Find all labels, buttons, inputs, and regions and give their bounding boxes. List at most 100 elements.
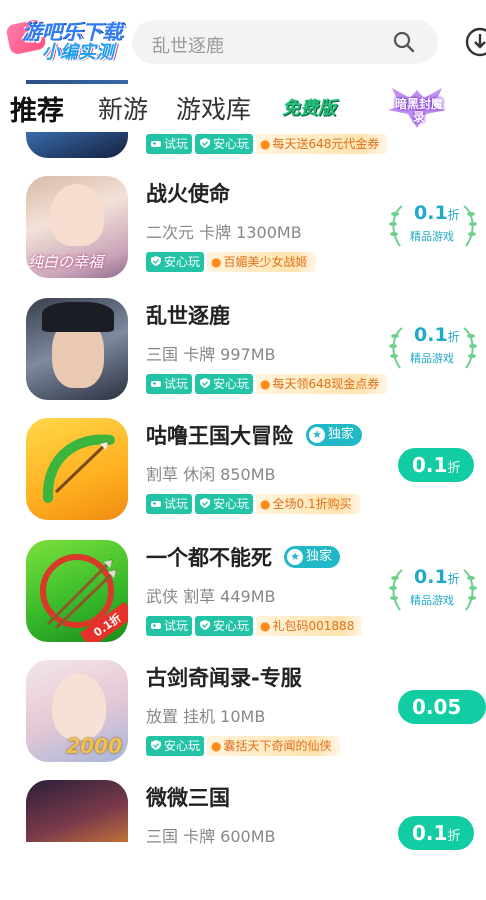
game-icon xyxy=(26,418,128,520)
search-placeholder: 乱世逐鹿 xyxy=(152,36,224,57)
laurel-right-icon xyxy=(463,569,477,611)
game-title: 微微三国 xyxy=(146,786,230,810)
fire-icon: ● xyxy=(260,497,271,511)
discount-laurel: 0.1折 精品游戏 xyxy=(384,202,480,252)
tab-library[interactable]: 游戏库 xyxy=(176,90,251,126)
game-title: 乱世逐鹿 xyxy=(146,304,230,328)
shield-check-icon xyxy=(150,253,162,266)
discount-value: 0.1折 xyxy=(414,202,460,224)
trial-tag: 试玩 xyxy=(146,616,193,636)
fire-icon: ● xyxy=(211,739,222,753)
laurel-left-icon xyxy=(389,569,403,611)
shield-check-icon xyxy=(199,617,211,630)
game-icon: 纯白の幸福 xyxy=(26,176,128,278)
tab-free[interactable]: 免费版 xyxy=(282,94,336,120)
safe-tag: 安心玩 xyxy=(146,736,205,756)
discount-value: 0.1折 xyxy=(414,324,460,346)
list-item[interactable]: 乱世逐鹿 三国 卡牌 997MB 试玩 安心玩 ● 每天领648现金点券 0.1折 精… xyxy=(0,298,486,418)
laurel-left-icon xyxy=(389,327,403,369)
fire-icon: ● xyxy=(260,137,271,151)
discount-laurel: 0.1折 精品游戏 xyxy=(384,566,480,616)
tag-row: 试玩 安心玩 ● 每天送648元代金券 xyxy=(146,134,388,156)
exclusive-badge: ★ 独家 xyxy=(284,546,341,568)
shield-check-icon xyxy=(199,375,211,388)
discount-sub: 精品游戏 xyxy=(410,594,454,607)
shield-check-icon xyxy=(199,495,211,508)
game-title: 咕噜王国大冒险 xyxy=(146,424,293,448)
game-meta: 放置 挂机 10MB xyxy=(146,707,266,726)
shield-check-icon xyxy=(199,135,211,148)
game-title: 古剑奇闻录-专服 xyxy=(146,666,302,690)
tab-event-banner[interactable]: 暗黑封魔录 xyxy=(384,84,450,130)
tag-row: 安心玩 ● 囊括天下奇闻的仙侠 xyxy=(146,736,340,758)
list-item[interactable]: 纯白の幸福 战火使命 二次元 卡牌 1300MB 安心玩 ● 百媚美少女战姬 0.1… xyxy=(0,176,486,296)
list-item[interactable]: 微微三国 三国 卡牌 600MB 0.1折 xyxy=(0,780,486,900)
trial-tag: 试玩 xyxy=(146,494,193,514)
safe-tag: 安心玩 xyxy=(195,134,254,154)
character-art xyxy=(50,184,104,246)
game-meta: 二次元 卡牌 1300MB xyxy=(146,223,302,242)
character-hair xyxy=(42,302,114,332)
discount-laurel: 0.1折 精品游戏 xyxy=(384,324,480,374)
game-icon: 0.1折 xyxy=(26,540,128,642)
exclusive-badge: ★ 独家 xyxy=(306,424,363,446)
safe-tag: 安心玩 xyxy=(146,252,205,272)
safe-tag: 安心玩 xyxy=(195,494,254,514)
game-meta: 三国 卡牌 600MB xyxy=(146,827,276,846)
search-icon[interactable] xyxy=(392,30,416,54)
laurel-left-icon xyxy=(389,205,403,247)
download-icon[interactable] xyxy=(462,24,486,60)
promo-tag: ● 囊括天下奇闻的仙侠 xyxy=(207,736,340,756)
list-item[interactable]: 2000 古剑奇闻录-专服 放置 挂机 10MB 安心玩 ● 囊括天下奇闻的仙侠 0… xyxy=(0,660,486,780)
gamepad-icon xyxy=(150,375,162,387)
game-title: 战火使命 xyxy=(146,182,230,206)
bow-art xyxy=(42,434,115,503)
tag-row: 安心玩 ● 百媚美少女战姬 xyxy=(146,252,316,274)
gamepad-icon xyxy=(150,617,162,629)
tab-new-games[interactable]: 新游 xyxy=(98,90,148,126)
discount-sub: 精品游戏 xyxy=(410,352,454,365)
game-meta: 三国 卡牌 997MB xyxy=(146,345,276,364)
search-bar[interactable]: 乱世逐鹿 xyxy=(132,20,438,64)
banner-tab-label: 暗黑封魔录 xyxy=(394,97,443,124)
tag-row: 试玩 安心玩 ● 每天领648现金点券 xyxy=(146,374,388,396)
star-icon: ★ xyxy=(287,549,303,565)
laurel-right-icon xyxy=(463,205,477,247)
discount-pill[interactable]: 0.1折 xyxy=(398,816,475,850)
app-logo[interactable]: 游吧乐下载 小编实测 xyxy=(5,14,138,64)
shield-check-icon xyxy=(150,737,162,750)
top-bar: 游吧乐下载 小编实测 乱世逐鹿 xyxy=(0,0,486,80)
game-icon xyxy=(26,298,128,400)
discount-value: 0.1折 xyxy=(414,566,460,588)
category-tabs: 推荐 新游 游戏库 免费版 暗黑封魔录 xyxy=(0,84,486,132)
promo-tag: ● 每天送648元代金券 xyxy=(256,134,388,154)
game-icon: 2000 xyxy=(26,660,128,762)
discount-sub: 精品游戏 xyxy=(410,230,454,243)
star-icon: ★ xyxy=(309,427,325,443)
fire-icon: ● xyxy=(260,377,271,391)
game-meta: 割草 休闲 850MB xyxy=(146,465,276,484)
icon-caption: 纯白の幸福 xyxy=(28,253,104,271)
promo-tag: ● 礼包码001888 xyxy=(256,616,363,636)
promo-tag: ● 每天领648现金点券 xyxy=(256,374,388,394)
tag-row: 试玩 安心玩 ● 全场0.1折购买 xyxy=(146,494,360,516)
trial-tag: 试玩 xyxy=(146,134,193,154)
logo-text-line2: 小编实测 xyxy=(42,42,114,63)
promo-tag: ● 百媚美少女战姬 xyxy=(207,252,316,272)
character-art xyxy=(52,674,106,740)
fire-icon: ● xyxy=(260,619,271,633)
tab-recommend[interactable]: 推荐 xyxy=(10,89,64,128)
fire-icon: ● xyxy=(211,255,222,269)
gamepad-icon xyxy=(150,135,162,147)
list-item[interactable]: 0.1折 一个都不能死 ★ 独家 武侠 割草 449MB 试玩 安心玩 ● 礼包码001… xyxy=(0,540,486,660)
safe-tag: 安心玩 xyxy=(195,374,254,394)
discount-pill[interactable]: 0.1折 xyxy=(398,448,475,482)
safe-tag: 安心玩 xyxy=(195,616,254,636)
game-meta: 武侠 割草 449MB xyxy=(146,587,276,606)
discount-pill[interactable]: 0.05折 xyxy=(398,690,486,752)
gamepad-icon xyxy=(150,495,162,507)
promo-tag: ● 全场0.1折购买 xyxy=(256,494,360,514)
laurel-right-icon xyxy=(463,327,477,369)
trial-tag: 试玩 xyxy=(146,374,193,394)
list-item[interactable]: 咕噜王国大冒险 ★ 独家 割草 休闲 850MB 试玩 安心玩 ● 全场0.1折购买 0… xyxy=(0,418,486,538)
